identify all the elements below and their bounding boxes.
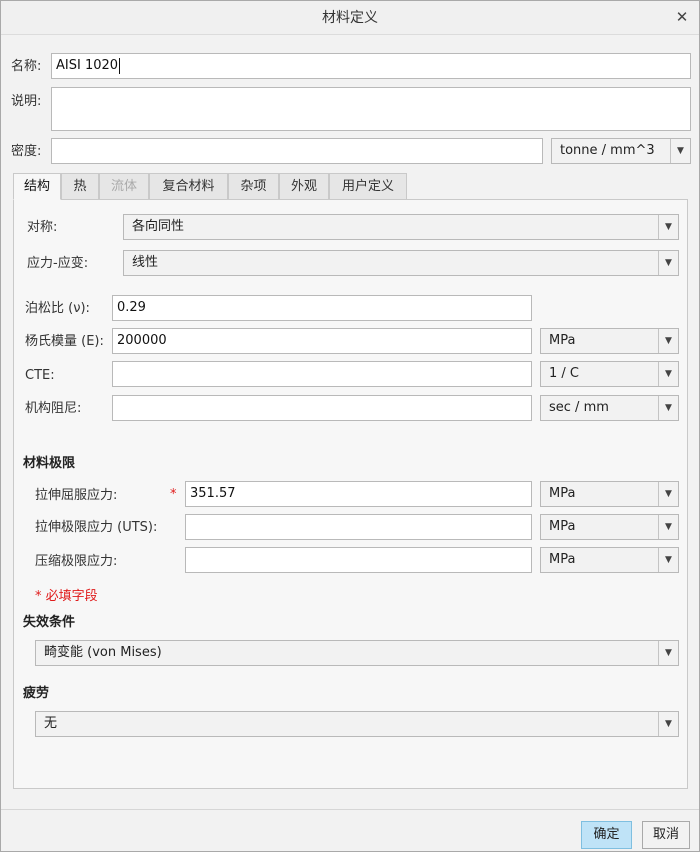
tensile-ultimate-label: 拉伸极限应力 (UTS): — [35, 520, 158, 535]
density-label: 密度: — [11, 144, 42, 159]
damping-unit-value: sec / mm — [549, 400, 609, 415]
tensile-yield-input[interactable]: 351.57 — [185, 481, 532, 507]
failure-criterion-title: 失效条件 — [23, 615, 76, 630]
name-value: AISI 1020 — [56, 58, 119, 73]
tensile-ultimate-unit-select[interactable]: MPa ▼ — [540, 514, 679, 540]
chevron-down-icon: ▼ — [658, 362, 678, 386]
chevron-down-icon: ▼ — [658, 329, 678, 353]
tab-composite[interactable]: 复合材料 — [149, 173, 228, 200]
density-unit-select[interactable]: tonne / mm^3 ▼ — [551, 138, 691, 164]
damping-unit-select[interactable]: sec / mm ▼ — [540, 395, 679, 421]
density-unit-value: tonne / mm^3 — [560, 143, 655, 158]
tab-thermal[interactable]: 热 — [61, 173, 99, 200]
chevron-down-icon: ▼ — [658, 515, 678, 539]
chevron-down-icon: ▼ — [658, 548, 678, 572]
chevron-down-icon: ▼ — [658, 215, 678, 239]
title-bar: 材料定义 — [1, 1, 699, 35]
tab-fluid: 流体 — [99, 173, 149, 200]
youngs-modulus-label: 杨氏模量 (E): — [25, 334, 104, 349]
failure-criterion-value: 畸变能 (von Mises) — [44, 645, 162, 660]
density-input[interactable] — [51, 138, 543, 164]
dialog-title: 材料定义 — [322, 10, 378, 26]
symmetry-select[interactable]: 各向同性 ▼ — [123, 214, 679, 240]
tab-appearance[interactable]: 外观 — [279, 173, 329, 200]
tensile-ultimate-unit-value: MPa — [549, 519, 576, 534]
tensile-ultimate-input[interactable] — [185, 514, 532, 540]
compressive-ultimate-input[interactable] — [185, 547, 532, 573]
damping-label: 机构阻尼: — [25, 401, 82, 416]
stress-strain-label: 应力-应变: — [27, 256, 89, 271]
name-input[interactable]: AISI 1020 — [51, 53, 691, 79]
symmetry-label: 对称: — [27, 220, 58, 235]
damping-input[interactable] — [112, 395, 532, 421]
youngs-modulus-value: 200000 — [117, 333, 167, 348]
required-star: * — [170, 487, 177, 502]
chevron-down-icon: ▼ — [658, 641, 678, 665]
compressive-ultimate-unit-select[interactable]: MPa ▼ — [540, 547, 679, 573]
ok-button[interactable]: 确定 — [581, 821, 632, 849]
description-input[interactable] — [51, 87, 691, 131]
stress-strain-value: 线性 — [132, 255, 159, 270]
poisson-value: 0.29 — [117, 300, 146, 315]
tensile-yield-unit-value: MPa — [549, 486, 576, 501]
fatigue-title: 疲劳 — [23, 686, 50, 701]
name-label: 名称: — [11, 59, 42, 74]
chevron-down-icon: ▼ — [658, 712, 678, 736]
chevron-down-icon: ▼ — [670, 139, 690, 163]
poisson-label: 泊松比 (ν): — [25, 301, 90, 316]
material-limits-title: 材料极限 — [23, 456, 76, 471]
cancel-button[interactable]: 取消 — [642, 821, 690, 849]
tab-structure[interactable]: 结构 — [13, 173, 61, 200]
required-fields-note: * 必填字段 — [35, 589, 98, 604]
description-label: 说明: — [11, 94, 42, 109]
tensile-yield-unit-select[interactable]: MPa ▼ — [540, 481, 679, 507]
youngs-modulus-input[interactable]: 200000 — [112, 328, 532, 354]
close-icon[interactable]: ✕ — [673, 8, 691, 26]
tensile-yield-label: 拉伸屈服应力: — [35, 488, 118, 503]
symmetry-value: 各向同性 — [132, 219, 185, 234]
material-definition-dialog: 材料定义 ✕ 名称: AISI 1020 说明: 密度: tonne / mm^… — [0, 0, 700, 852]
failure-criterion-select[interactable]: 畸变能 (von Mises) ▼ — [35, 640, 679, 666]
youngs-unit-value: MPa — [549, 333, 576, 348]
chevron-down-icon: ▼ — [658, 251, 678, 275]
compressive-ultimate-unit-value: MPa — [549, 552, 576, 567]
chevron-down-icon: ▼ — [658, 482, 678, 506]
text-caret — [119, 57, 121, 74]
chevron-down-icon: ▼ — [658, 396, 678, 420]
cte-label: CTE: — [25, 368, 55, 383]
compressive-ultimate-label: 压缩极限应力: — [35, 554, 118, 569]
cte-unit-value: 1 / C — [549, 366, 579, 381]
stress-strain-select[interactable]: 线性 ▼ — [123, 250, 679, 276]
tab-user-defined[interactable]: 用户定义 — [329, 173, 407, 200]
fatigue-value: 无 — [44, 716, 58, 731]
cte-input[interactable] — [112, 361, 532, 387]
poisson-input[interactable]: 0.29 — [112, 295, 532, 321]
youngs-unit-select[interactable]: MPa ▼ — [540, 328, 679, 354]
cte-unit-select[interactable]: 1 / C ▼ — [540, 361, 679, 387]
tensile-yield-value: 351.57 — [190, 486, 236, 501]
footer-divider — [1, 809, 699, 810]
tab-misc[interactable]: 杂项 — [228, 173, 279, 200]
fatigue-select[interactable]: 无 ▼ — [35, 711, 679, 737]
